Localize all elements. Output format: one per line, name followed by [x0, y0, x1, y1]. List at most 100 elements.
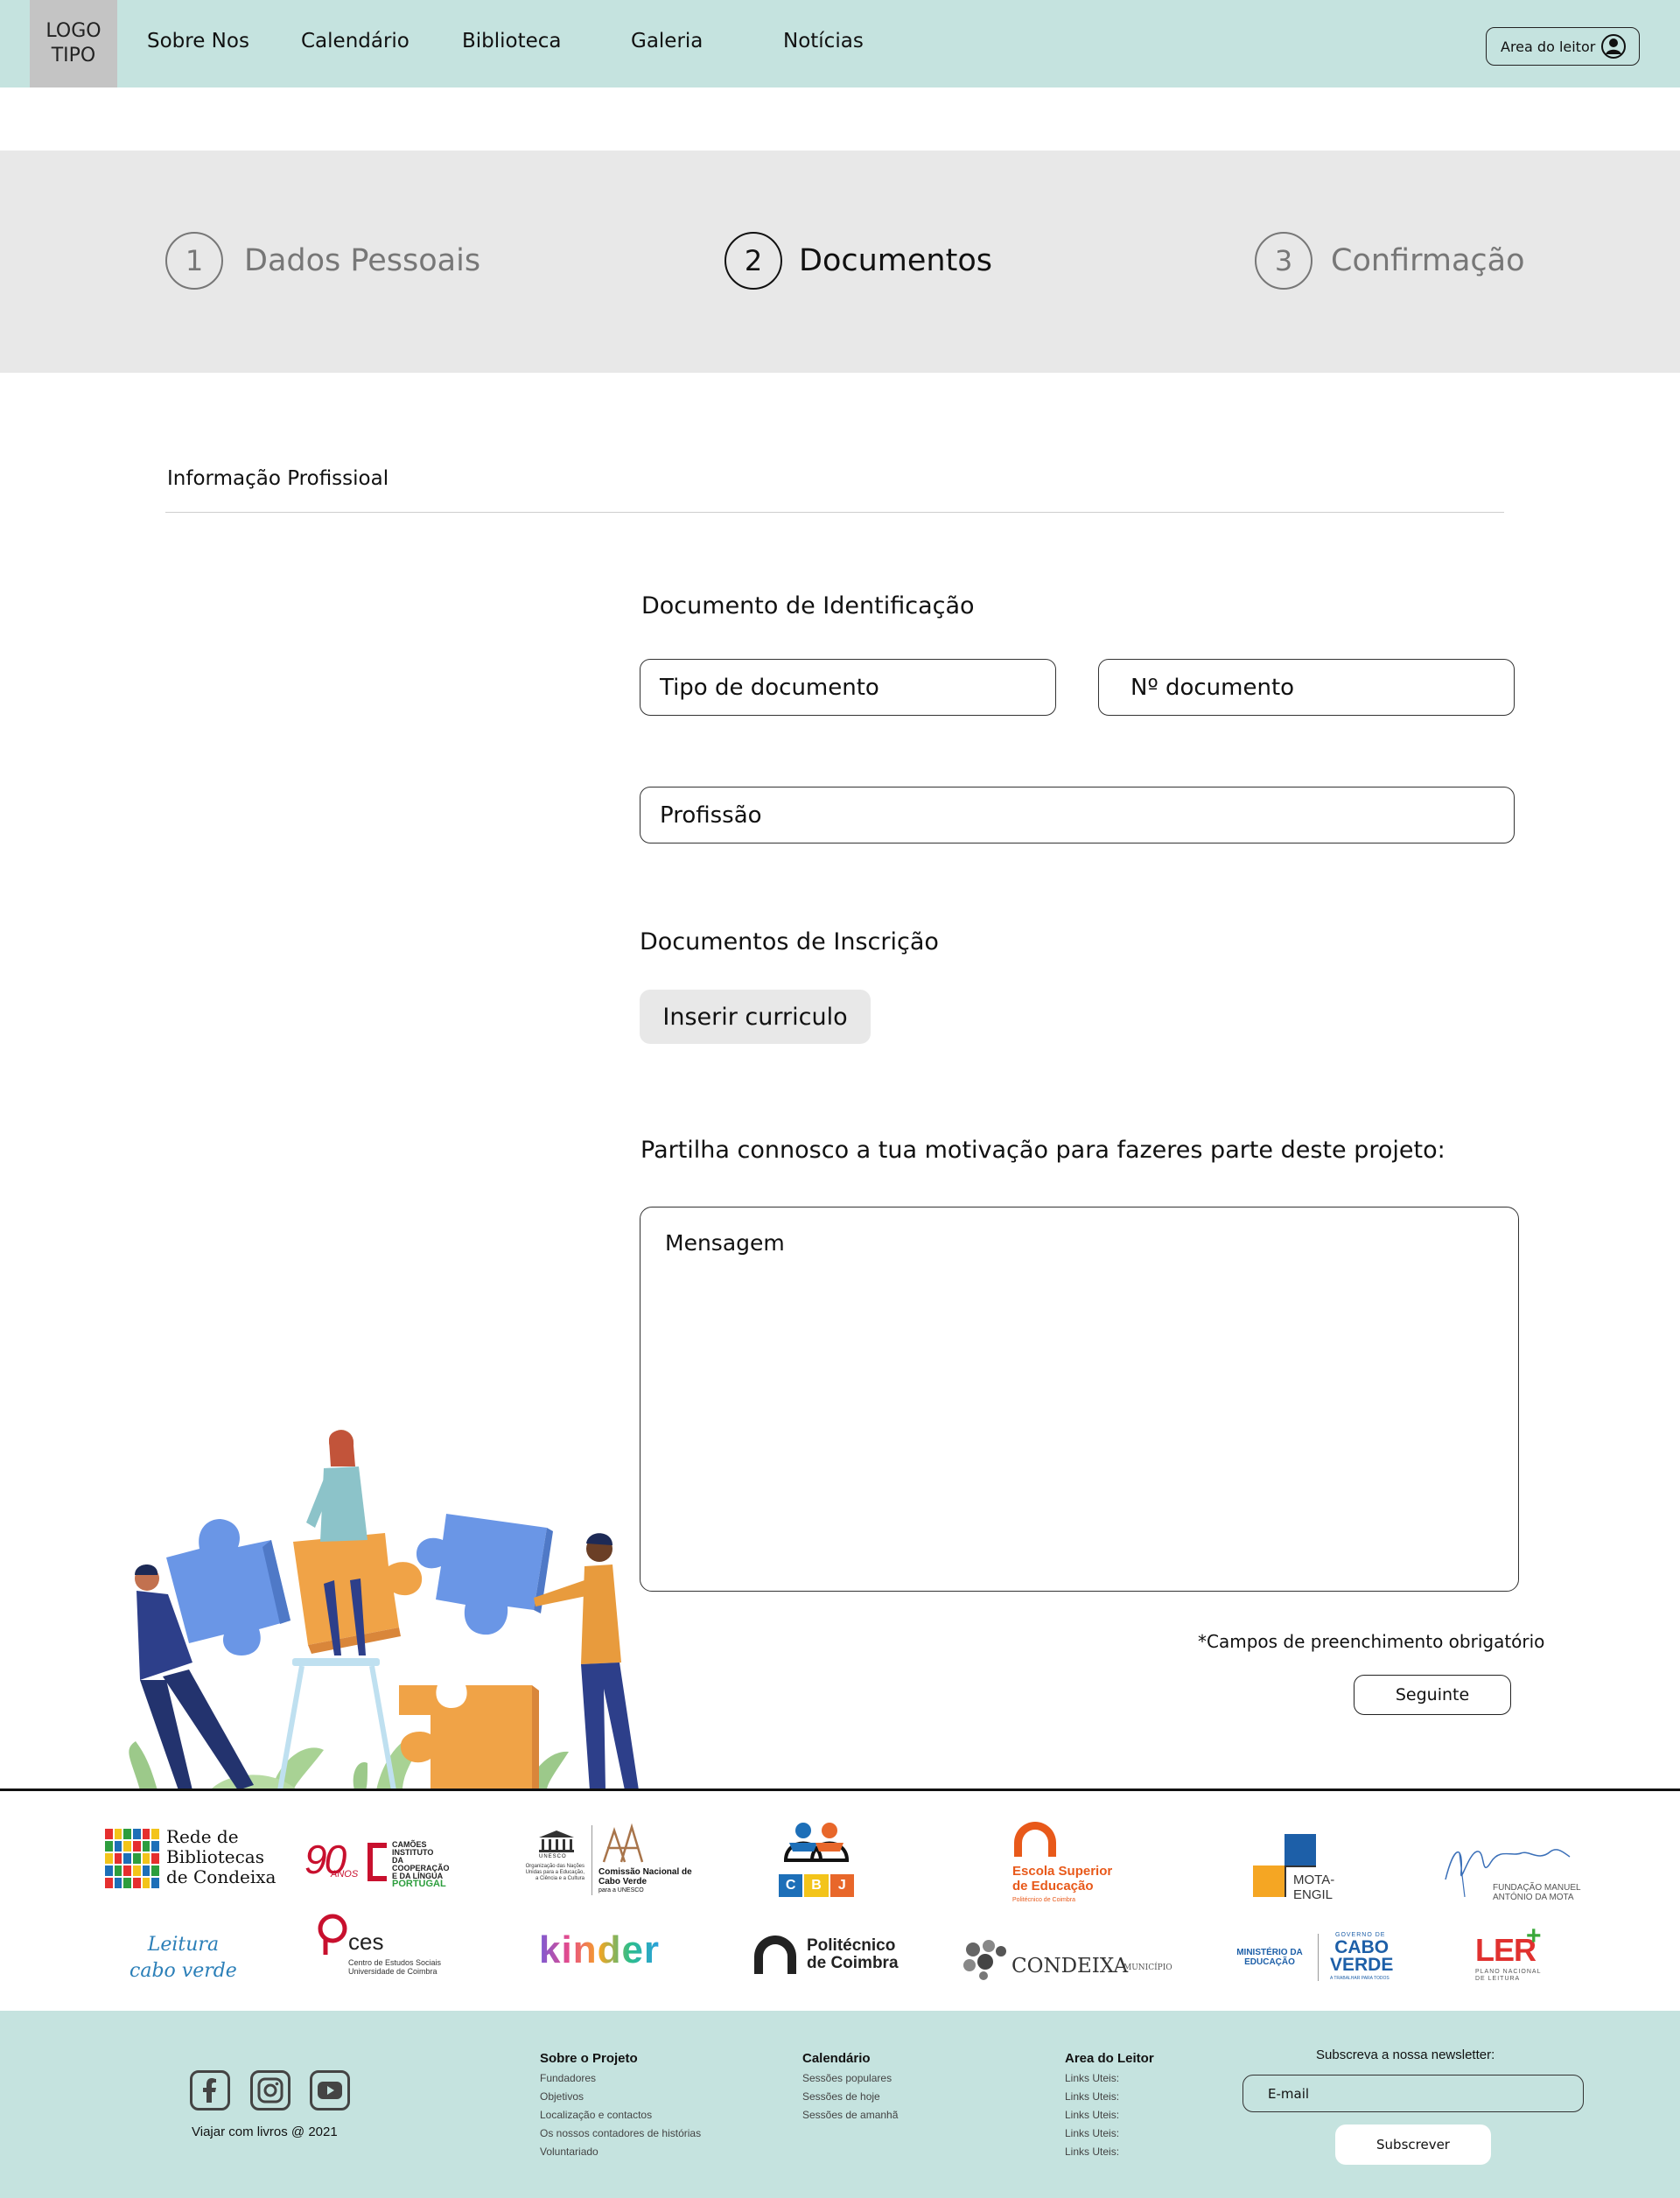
nav-biblioteca[interactable]: Biblioteca	[462, 30, 562, 52]
footer-link[interactable]: Localização e contactos	[540, 2106, 701, 2124]
inscription-documents-label: Documentos de Inscrição	[640, 928, 939, 956]
politecnico-arch-icon	[754, 1936, 796, 1974]
partner-condeixa[interactable]: CONDEIXA MUNICÍPIO	[961, 1937, 1172, 1986]
next-button[interactable]: Seguinte	[1354, 1675, 1511, 1715]
fundacao-line-2: ANTÓNIO DA MOTA	[1493, 1893, 1574, 1902]
instagram-button[interactable]	[250, 2070, 290, 2110]
partner-politecnico-coimbra[interactable]: Politécnico de Coimbra	[754, 1934, 903, 1978]
rede-line-3: de Condeixa	[166, 1866, 276, 1887]
ces-symbol-icon	[318, 1914, 347, 1955]
footer-link[interactable]: Sessões de amanhã	[802, 2106, 898, 2124]
ministerio-line-1: MINISTÉRIO DA	[1236, 1948, 1303, 1957]
leitura-line-1: Leitura	[147, 1934, 220, 1956]
footer-link[interactable]: Sessões populares	[802, 2069, 898, 2088]
partner-unesco[interactable]: UNESCO Organização das Nações Unidas par…	[523, 1822, 692, 1902]
document-type-placeholder: Tipo de documento	[660, 674, 879, 701]
escola-line-1: Escola Superior	[1012, 1864, 1113, 1879]
caboverde-line-2: VERDE	[1330, 1955, 1394, 1975]
footer-link[interactable]: Voluntariado	[540, 2143, 701, 2161]
newsletter-label: Subscreva a nossa newsletter:	[1316, 2048, 1495, 2062]
footer-link[interactable]: Links Uteis:	[1065, 2124, 1154, 2143]
footer-link[interactable]: Links Uteis:	[1065, 2088, 1154, 2106]
nav-galeria[interactable]: Galeria	[631, 30, 703, 52]
cbj-letter-j: J	[830, 1874, 854, 1897]
camoes-c-icon	[368, 1843, 387, 1881]
document-type-field[interactable]: Tipo de documento	[640, 659, 1056, 716]
footer-link[interactable]: Links Uteis:	[1065, 2069, 1154, 2088]
email-placeholder: E-mail	[1268, 2085, 1310, 2102]
kinder-name: kinder	[539, 1928, 661, 1971]
footer-col-area-leitor: Area do Leitor Links Uteis: Links Uteis:…	[1065, 2051, 1154, 2161]
condeixa-name: CONDEIXA	[1012, 1955, 1129, 1978]
subscribe-button[interactable]: Subscrever	[1335, 2124, 1491, 2165]
camoes-anos: ANOS	[331, 1869, 359, 1880]
cbj-children-icon	[783, 1823, 850, 1862]
footer-col-calendario: Calendário Sessões populares Sessões de …	[802, 2051, 898, 2124]
upload-cv-button[interactable]: Inserir curriculo	[640, 990, 871, 1044]
mota-engil-name: MOTA-ENGIL	[1293, 1872, 1335, 1902]
user-icon	[1601, 34, 1626, 59]
reader-area-button[interactable]: Area do leitor	[1486, 27, 1640, 66]
message-placeholder: Mensagem	[665, 1230, 785, 1256]
ministerio-line-2: EDUCAÇÃO	[1244, 1957, 1295, 1967]
step-2-circle[interactable]: 2	[724, 232, 782, 290]
governo-divider	[1318, 1934, 1319, 1981]
unesco-temple-icon	[539, 1830, 574, 1852]
unesco-cabo-verde-site-icon	[602, 1823, 644, 1863]
footer-link[interactable]: Objetivos	[540, 2088, 701, 2106]
step-3-label[interactable]: Confirmação	[1331, 243, 1525, 278]
section-divider	[165, 512, 1504, 513]
partner-leitura-cabo-verde[interactable]: Leitura cabo verde	[130, 1932, 237, 1984]
footer-link[interactable]: Links Uteis:	[1065, 2106, 1154, 2124]
governo-sub: A TRABALHAR PARA TODOS	[1330, 1976, 1390, 1981]
footer-col-sobre-title: Sobre o Projeto	[540, 2051, 638, 2066]
footer-link[interactable]: Fundadores	[540, 2069, 701, 2088]
facebook-icon	[203, 2078, 216, 2103]
ler-line-2: DE LEITURA	[1475, 1976, 1521, 1982]
puzzle-illustration	[129, 1430, 639, 1791]
partner-rede-bibliotecas[interactable]: Rede de Bibliotecas de Condeixa	[166, 1827, 276, 1887]
cbj-letter-c: C	[779, 1874, 803, 1897]
footer-col-area-leitor-title: Area do Leitor	[1065, 2051, 1154, 2066]
partner-cbj[interactable]: C B J	[774, 1822, 859, 1906]
partner-fundacao-mota[interactable]: FUNDAÇÃO MANUEL ANTÓNIO DA MOTA	[1442, 1836, 1582, 1911]
partner-escola-superior-educacao[interactable]: Escola Superior de Educação Politécnico …	[1012, 1822, 1144, 1906]
newsletter-email-field[interactable]: E-mail	[1242, 2075, 1584, 2112]
document-number-field[interactable]: Nº documento	[1098, 659, 1515, 716]
cbj-letter-b: B	[804, 1874, 829, 1897]
rede-line-1: Rede de	[166, 1826, 239, 1847]
partner-ces[interactable]: ces Centro de Estudos Sociais Universida…	[317, 1913, 457, 1983]
footer-divider	[0, 1788, 1680, 1791]
step-3-circle[interactable]: 3	[1255, 232, 1312, 290]
nav-noticias[interactable]: Notícias	[783, 30, 864, 52]
motivation-label: Partilha connosco a tua motivação para f…	[640, 1137, 1446, 1164]
footer-link[interactable]: Sessões de hoje	[802, 2088, 898, 2106]
ces-name: ces	[348, 1928, 384, 1955]
nav-calendario[interactable]: Calendário	[301, 30, 410, 52]
ces-line-1: Centro de Estudos Sociais	[348, 1958, 442, 1967]
message-textarea[interactable]: Mensagem	[640, 1207, 1519, 1592]
profession-placeholder: Profissão	[660, 802, 762, 829]
nav-sobre-nos[interactable]: Sobre Nos	[147, 30, 249, 52]
step-1-circle[interactable]: 1	[165, 232, 223, 290]
footer-link[interactable]: Os nossos contadores de histórias	[540, 2124, 701, 2143]
section-title: Informação Profissioal	[167, 467, 389, 490]
youtube-button[interactable]	[310, 2070, 350, 2110]
fundacao-line-1: FUNDAÇÃO MANUEL	[1493, 1883, 1581, 1893]
logo[interactable]: LOGO TIPO	[30, 0, 117, 88]
step-2-label[interactable]: Documentos	[799, 243, 992, 278]
partner-mota-engil[interactable]: MOTA-ENGIL	[1253, 1834, 1358, 1902]
politecnico-line-2: de Coimbra	[807, 1954, 899, 1972]
rede-bibliotecas-mosaic-icon	[105, 1829, 159, 1888]
partner-governo-cabo-verde[interactable]: MINISTÉRIO DA EDUCAÇÃO GOVERNO DE CABO V…	[1232, 1932, 1407, 1984]
step-1-label[interactable]: Dados Pessoais	[244, 243, 480, 278]
id-document-label: Documento de Identificação	[641, 592, 975, 620]
partner-kinder[interactable]: kinder	[539, 1928, 660, 1972]
unesco-para: para a UNESCO	[598, 1887, 644, 1894]
footer-link[interactable]: Links Uteis:	[1065, 2143, 1154, 2161]
partner-ler[interactable]: LER + PLANO NACIONAL DE LEITURA	[1475, 1922, 1563, 1986]
leitura-line-2: cabo verde	[130, 1960, 237, 1982]
youtube-icon	[318, 2082, 342, 2099]
profession-field[interactable]: Profissão	[640, 787, 1515, 844]
facebook-button[interactable]	[190, 2070, 230, 2110]
